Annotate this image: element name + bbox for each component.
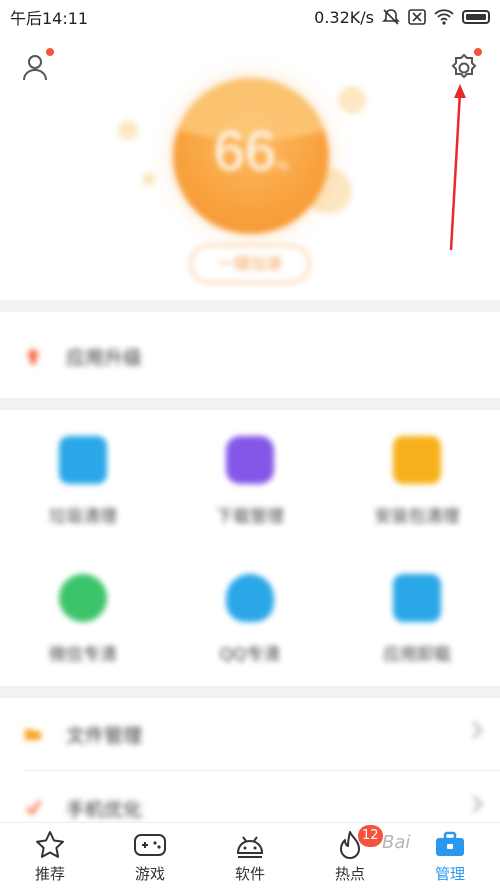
mute-icon [382,9,400,25]
settings-button[interactable] [448,48,482,84]
upgrade-icon [26,348,40,364]
section-divider [0,300,500,312]
package-icon [393,436,441,484]
tab-manage[interactable]: 管理 [400,823,500,889]
row-divider [24,770,500,771]
qq-icon [226,574,274,622]
bottom-tab-bar: 推荐 游戏 软件 热点 12 管理 [0,822,500,889]
folder-icon [25,729,41,740]
battery-icon [462,10,490,24]
tool-package-clean[interactable]: 安装包清理 [334,418,500,548]
tab-label: 热点 [334,865,365,883]
tool-label: 微信专清 [49,645,117,665]
file-manager-row[interactable]: 文件管理 [0,698,500,770]
notification-dot [474,48,482,56]
decor-bubble [118,120,138,140]
tool-wechat-clean[interactable]: 微信专清 [0,556,166,686]
phone-optimize-label: 手机优化 [66,798,143,821]
user-icon [23,55,47,81]
star-icon [36,831,64,858]
hero-section: 66% 一键加速 [0,34,500,300]
chevron-right-icon [465,795,483,813]
one-click-speedup-button[interactable]: 一键加速 [189,244,311,284]
section-divider [0,398,500,410]
tab-label: 游戏 [134,865,165,883]
tool-download-manager[interactable]: 下载管理 [167,418,333,548]
score-unit: % [275,157,289,173]
tool-app-uninstall[interactable]: 应用卸载 [334,556,500,686]
gamepad-icon [134,834,166,856]
network-speed: 0.32K/s [314,7,374,27]
gear-icon [451,53,477,79]
status-bar: 午后14:11 0.32K/s [0,0,500,34]
tab-label: 软件 [234,865,265,883]
sim-icon [408,9,426,25]
optimize-icon [25,800,42,816]
app-upgrade-label: 应用升级 [66,346,143,369]
app-upgrade-row[interactable]: 应用升级 [0,320,500,392]
section-divider [0,686,500,698]
tab-label: 管理 [434,865,465,883]
tool-label: 垃圾清理 [49,507,117,527]
tool-label: QQ专清 [219,645,281,665]
score-value: 66 [213,119,276,182]
tool-junk-clean[interactable]: 垃圾清理 [0,418,166,548]
toolbox-icon [436,831,464,856]
status-icons: 0.32K/s [314,8,490,27]
tool-label: 下载管理 [216,507,284,527]
wechat-icon [59,574,107,622]
trash-bin-icon [59,436,107,484]
score-circle[interactable]: 66% [173,78,329,234]
download-icon [226,436,274,484]
tab-recommend[interactable]: 推荐 [0,823,100,889]
wifi-icon [434,9,454,25]
watermark-text: Bai [382,832,411,853]
user-profile-button[interactable] [20,48,54,82]
notification-dot [46,48,54,56]
tool-label: 应用卸载 [383,645,451,665]
tab-games[interactable]: 游戏 [100,823,200,889]
file-manager-label: 文件管理 [66,724,143,747]
chevron-right-icon [465,721,483,739]
uninstall-icon [393,574,441,622]
decor-bubble [142,172,156,186]
tab-software[interactable]: 软件 [200,823,300,889]
tool-qq-clean[interactable]: QQ专清 [167,556,333,686]
android-icon [236,836,264,858]
decor-bubble [338,86,366,114]
notification-badge: 12 [358,825,383,847]
status-time: 午后14:11 [10,9,89,28]
tool-label: 安装包清理 [374,507,460,527]
tab-label: 推荐 [34,865,65,883]
